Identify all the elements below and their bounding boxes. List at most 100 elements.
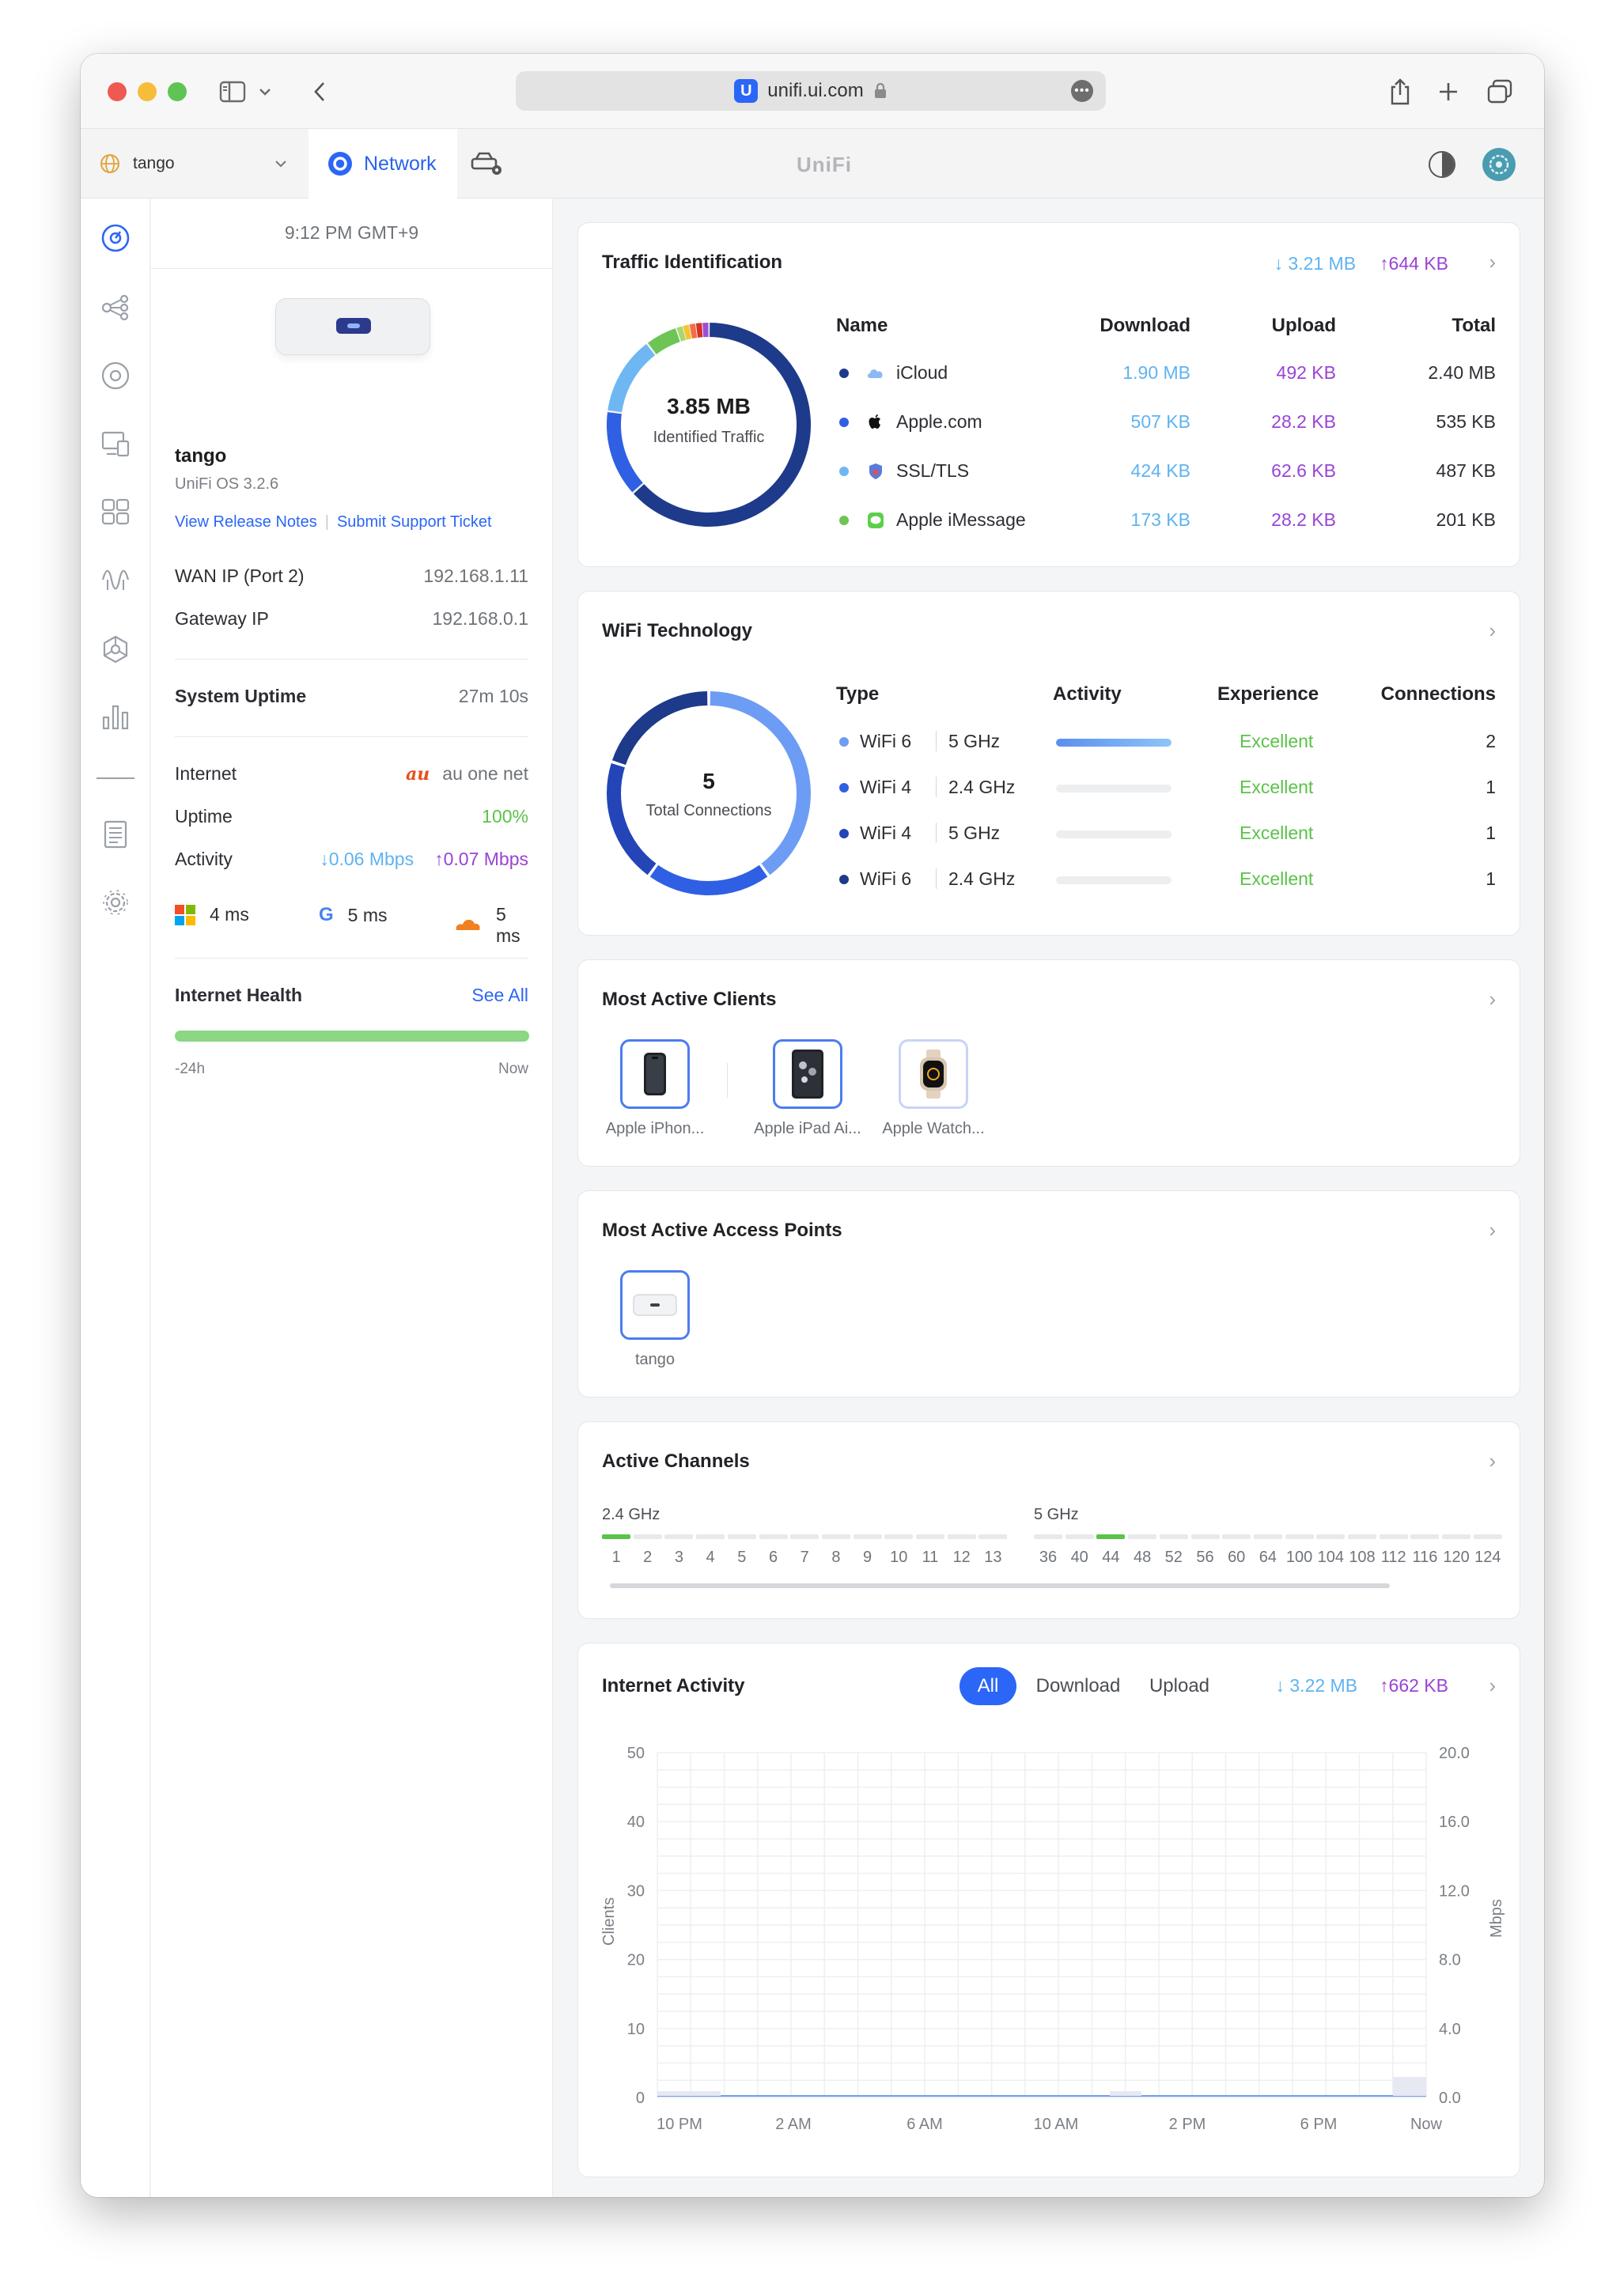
- wifi-row[interactable]: WiFi 4 2.4 GHz Excellent 1: [578, 774, 1520, 805]
- chevron-right-icon[interactable]: ›: [1489, 987, 1496, 1012]
- channel-24-label[interactable]: 3: [664, 1549, 693, 1567]
- channel-5-label[interactable]: 64: [1254, 1549, 1282, 1567]
- wifi-row[interactable]: WiFi 6 2.4 GHz Excellent 1: [578, 865, 1520, 897]
- channel-5-label[interactable]: 108: [1348, 1549, 1376, 1567]
- cloudflare-latency: 5 ms: [496, 904, 520, 946]
- share-icon[interactable]: [1386, 76, 1414, 108]
- most-active-aps-card[interactable]: Most Active Access Points › tango: [577, 1190, 1520, 1398]
- connections-value: 1: [1486, 777, 1496, 797]
- most-active-clients-card[interactable]: Most Active Clients › Apple iPhon... App…: [577, 959, 1520, 1167]
- internet-activity-chart: 50 40 30 20 10 0 20.0 16.0 12.0 8.0 4.0 0.0 10 PM 2 A…: [627, 1745, 1470, 2133]
- channel-24-label[interactable]: 4: [696, 1549, 725, 1567]
- radio-manager-icon[interactable]: [100, 564, 131, 596]
- system-log-icon[interactable]: [100, 819, 131, 850]
- internet-activity-card[interactable]: Internet Activity All Download Upload ↓ …: [577, 1643, 1520, 2177]
- channel-24-label[interactable]: 7: [790, 1549, 819, 1567]
- channel-5-label[interactable]: 104: [1316, 1549, 1345, 1567]
- channel-24-bar: [916, 1534, 944, 1539]
- theme-toggle-icon[interactable]: [1429, 151, 1455, 178]
- new-tab-icon[interactable]: [1435, 76, 1462, 108]
- traffic-row[interactable]: Apple iMessage 173 KB 28.2 KB 201 KB: [578, 506, 1520, 538]
- channel-24-label[interactable]: 13: [978, 1549, 1007, 1567]
- health-axis: -24h Now: [175, 1061, 528, 1078]
- more-options-icon[interactable]: •••: [1071, 80, 1093, 102]
- chevron-down-icon[interactable]: [256, 76, 274, 108]
- zoom-window-button[interactable]: [168, 82, 187, 101]
- traffic-identification-card[interactable]: Traffic Identification ↓ 3.21 MB ↑644 KB…: [577, 222, 1520, 567]
- clients-icon[interactable]: [100, 428, 131, 460]
- channel-24-label[interactable]: 5: [728, 1549, 756, 1567]
- tab-network[interactable]: Network: [308, 129, 457, 199]
- tab-overview-icon[interactable]: [1484, 76, 1516, 108]
- y-left-tick: 20: [627, 1952, 645, 1969]
- x-tick: 2 AM: [775, 2116, 812, 2133]
- channel-24-label[interactable]: 10: [884, 1549, 913, 1567]
- settings-gear-icon[interactable]: [100, 887, 131, 918]
- separator: [936, 868, 937, 889]
- channel-5-label[interactable]: 52: [1160, 1549, 1188, 1567]
- channel-24-label[interactable]: 8: [822, 1549, 850, 1567]
- ports-icon[interactable]: [100, 496, 131, 528]
- y-right-tick: 12.0: [1439, 1882, 1470, 1900]
- download-value: 424 KB: [1130, 460, 1190, 481]
- apple-icon: [866, 413, 885, 432]
- traffic-row[interactable]: Apple.com 507 KB 28.2 KB 535 KB: [578, 408, 1520, 440]
- integrations-icon[interactable]: [100, 634, 131, 665]
- channel-5-label[interactable]: 124: [1474, 1549, 1502, 1567]
- back-icon[interactable]: [310, 76, 329, 108]
- access-point-item[interactable]: tango: [588, 1270, 722, 1369]
- channel-24-label[interactable]: 6: [759, 1549, 788, 1567]
- dashboard-icon[interactable]: [100, 222, 131, 254]
- channel-5-label[interactable]: 56: [1191, 1549, 1220, 1567]
- chevron-right-icon[interactable]: ›: [1489, 250, 1496, 274]
- sidebar-toggle-icon[interactable]: [217, 76, 248, 108]
- client-count-bar: [657, 2091, 721, 2096]
- channel-24-label[interactable]: 2: [634, 1549, 662, 1567]
- channel-5-label[interactable]: 116: [1410, 1549, 1439, 1567]
- close-window-button[interactable]: [108, 82, 127, 101]
- wifi-row[interactable]: WiFi 4 5 GHz Excellent 1: [578, 819, 1520, 851]
- release-notes-link[interactable]: View Release Notes: [175, 513, 317, 531]
- traffic-row[interactable]: iCloud 1.90 MB 492 KB 2.40 MB: [578, 359, 1520, 391]
- col-type: Type: [836, 683, 880, 705]
- channel-24-bar: [884, 1534, 914, 1539]
- avatar[interactable]: [1482, 148, 1516, 181]
- channel-5-label[interactable]: 120: [1442, 1549, 1470, 1567]
- access-point-icon: [620, 1270, 690, 1340]
- client-item[interactable]: Apple Watch...: [866, 1039, 1001, 1138]
- channel-24-label[interactable]: 1: [602, 1549, 630, 1567]
- channel-24-label[interactable]: 9: [854, 1549, 882, 1567]
- channel-5-label[interactable]: 100: [1285, 1549, 1314, 1567]
- address-bar[interactable]: U unifi.ui.com •••: [516, 71, 1106, 111]
- channel-24-label[interactable]: 12: [948, 1549, 976, 1567]
- horizontal-scrollbar[interactable]: [610, 1583, 1390, 1588]
- chevron-right-icon[interactable]: ›: [1489, 1218, 1496, 1243]
- health-end-label: Now: [498, 1061, 528, 1077]
- statistics-icon[interactable]: [100, 702, 131, 733]
- site-selector[interactable]: tango: [100, 129, 307, 199]
- chevron-right-icon[interactable]: ›: [1489, 618, 1496, 643]
- channel-5-label[interactable]: 44: [1096, 1549, 1125, 1567]
- see-all-link[interactable]: See All: [471, 985, 528, 1006]
- minimize-window-button[interactable]: [138, 82, 157, 101]
- client-item[interactable]: Apple iPhon...: [588, 1039, 722, 1138]
- channel-5-bar: [1379, 1534, 1408, 1539]
- wifi-technology-card[interactable]: WiFi Technology › 5 Total Connections Ty…: [577, 591, 1520, 936]
- topology-icon[interactable]: [100, 292, 131, 323]
- gateway-settings-icon[interactable]: [470, 149, 505, 182]
- client-item[interactable]: Apple iPad Ai...: [740, 1039, 875, 1138]
- support-ticket-link[interactable]: Submit Support Ticket: [337, 513, 492, 531]
- traffic-row[interactable]: SSL/TLS 424 KB 62.6 KB 487 KB: [578, 457, 1520, 489]
- browser-window: U unifi.ui.com ••• tango Network UniFi 9…: [81, 54, 1544, 2197]
- channel-5-bar: [1034, 1534, 1062, 1539]
- channel-24-label[interactable]: 11: [916, 1549, 944, 1567]
- wifi-row[interactable]: WiFi 6 5 GHz Excellent 2: [578, 728, 1520, 759]
- active-channels-card[interactable]: Active Channels › 2.4 GHz 5 GHz 12345678…: [577, 1421, 1520, 1619]
- devices-icon[interactable]: [100, 360, 131, 391]
- channel-5-label[interactable]: 36: [1034, 1549, 1062, 1567]
- channel-5-label[interactable]: 112: [1380, 1549, 1408, 1567]
- channel-5-label[interactable]: 48: [1128, 1549, 1156, 1567]
- chevron-right-icon[interactable]: ›: [1489, 1449, 1496, 1473]
- channel-5-label[interactable]: 40: [1065, 1549, 1094, 1567]
- channel-5-label[interactable]: 60: [1222, 1549, 1251, 1567]
